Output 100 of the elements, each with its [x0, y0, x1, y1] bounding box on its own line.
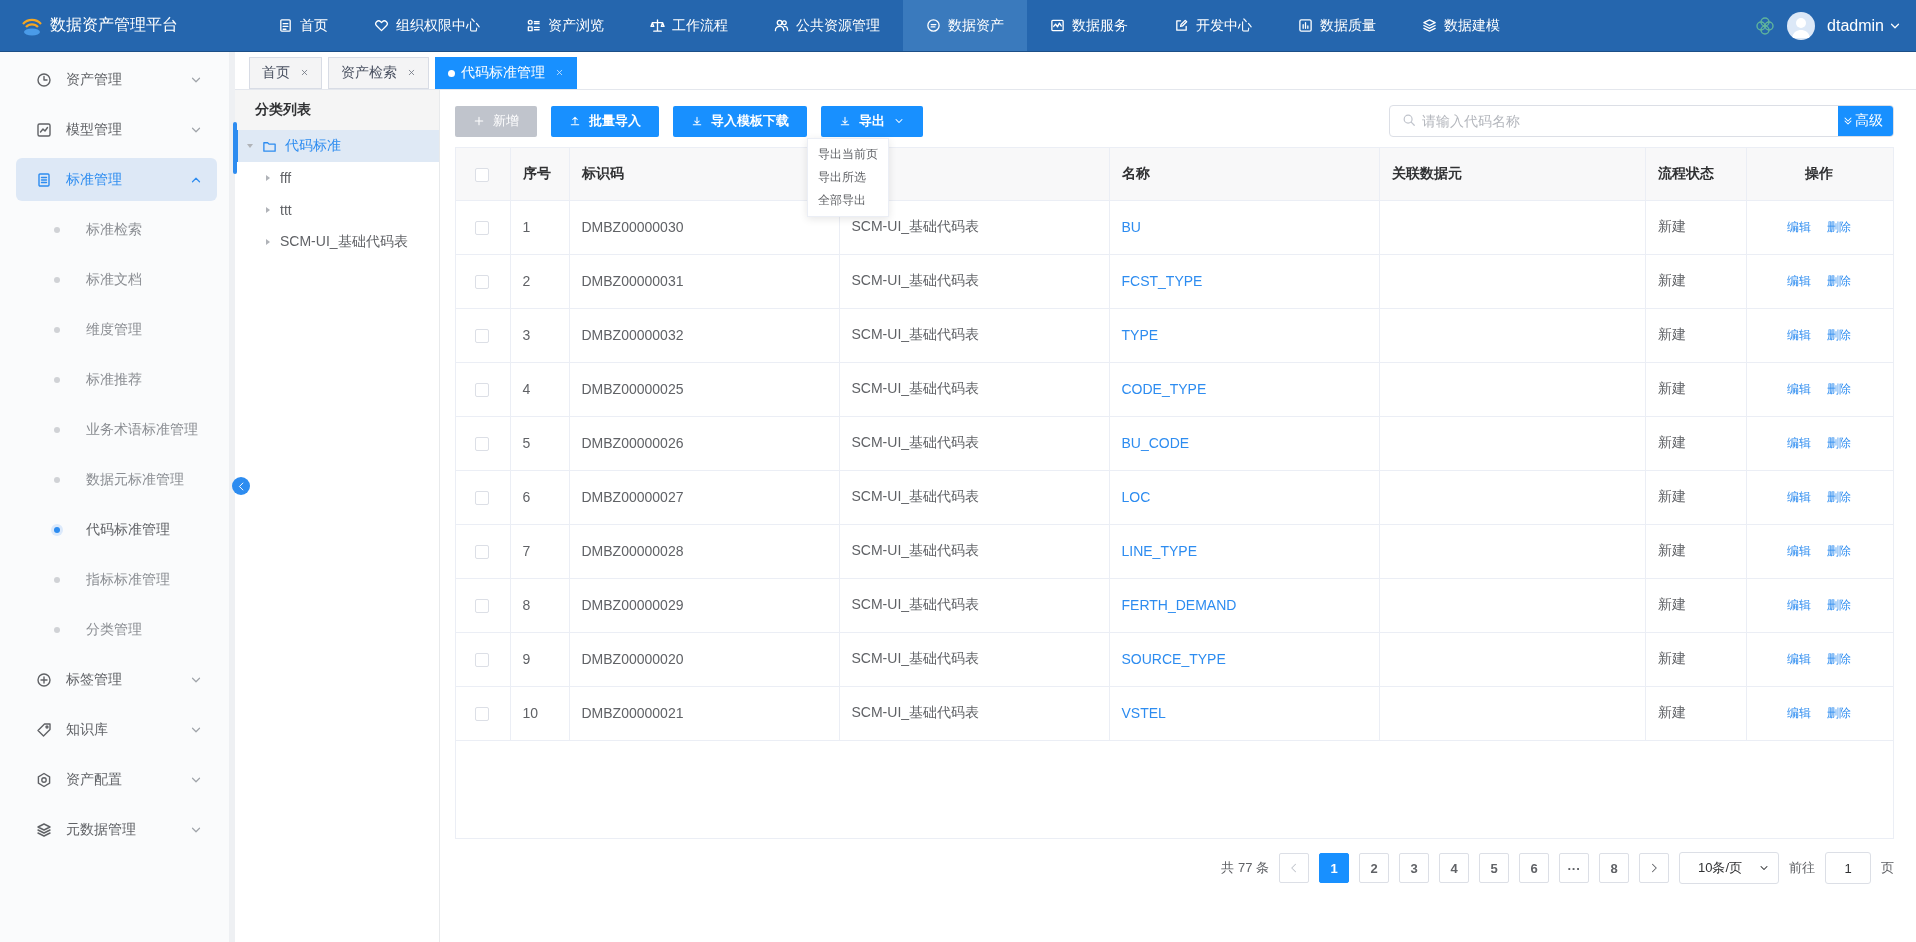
search-field[interactable]: 请输入代码名称 高级: [1389, 105, 1894, 137]
nav-item[interactable]: 工作流程: [627, 0, 751, 51]
action-link[interactable]: 删除: [1827, 220, 1852, 234]
name-link[interactable]: LINE_TYPE: [1121, 543, 1197, 559]
page-button[interactable]: 1: [1319, 853, 1349, 883]
page-button[interactable]: ···: [1559, 853, 1589, 883]
page-button[interactable]: 8: [1599, 853, 1629, 883]
row-checkbox[interactable]: [475, 707, 490, 722]
name-link[interactable]: BU_CODE: [1121, 435, 1190, 451]
row-checkbox[interactable]: [475, 653, 490, 668]
menu-item[interactable]: 导出所选: [808, 166, 888, 189]
menu-item[interactable]: 导出当前页: [808, 143, 888, 166]
menu-item[interactable]: 全部导出: [808, 189, 888, 212]
caret-icon[interactable]: [264, 174, 272, 182]
sidebar-subitem[interactable]: 维度管理: [16, 308, 217, 351]
sidebar-item[interactable]: 标签管理: [16, 658, 217, 701]
sidebar-subitem[interactable]: 分类管理: [16, 608, 217, 651]
page-tab[interactable]: 代码标准管理: [435, 57, 577, 89]
name-link[interactable]: VSTEL: [1121, 705, 1166, 721]
page-size-select[interactable]: 10条/页: [1679, 852, 1779, 884]
row-checkbox[interactable]: [475, 383, 490, 398]
row-checkbox[interactable]: [475, 545, 490, 560]
name-link[interactable]: TYPE: [1121, 327, 1159, 343]
action-link[interactable]: 删除: [1827, 274, 1852, 288]
action-link[interactable]: 编辑: [1787, 544, 1812, 558]
nav-item[interactable]: 组织权限中心: [351, 0, 503, 51]
caret-icon[interactable]: [264, 206, 272, 214]
page-button[interactable]: 2: [1359, 853, 1389, 883]
nav-item[interactable]: 数据服务: [1027, 0, 1151, 51]
row-checkbox[interactable]: [475, 437, 490, 452]
action-link[interactable]: 编辑: [1787, 706, 1812, 720]
user-menu[interactable]: dtadmin: [1827, 16, 1902, 35]
toolbar-button[interactable]: 批量导入: [551, 105, 659, 137]
page-button[interactable]: 6: [1519, 853, 1549, 883]
next-page-button[interactable]: [1639, 853, 1669, 883]
page-button[interactable]: 4: [1439, 853, 1469, 883]
sidebar-item[interactable]: 标准管理: [16, 158, 217, 201]
nav-item[interactable]: 开发中心: [1151, 0, 1275, 51]
nav-item[interactable]: 数据资产: [903, 0, 1027, 51]
action-link[interactable]: 编辑: [1787, 436, 1812, 450]
sidebar-subitem[interactable]: 数据元标准管理: [16, 458, 217, 501]
nav-item[interactable]: 公共资源管理: [751, 0, 903, 51]
page-tab[interactable]: 首页: [249, 57, 322, 89]
sidebar-subitem[interactable]: 标准检索: [16, 208, 217, 251]
action-link[interactable]: 删除: [1827, 328, 1852, 342]
sidebar-item[interactable]: 知识库: [16, 708, 217, 751]
select-all-checkbox[interactable]: [475, 167, 490, 182]
name-link[interactable]: FCST_TYPE: [1121, 273, 1203, 289]
action-link[interactable]: 删除: [1827, 382, 1852, 396]
sidebar-subitem[interactable]: 标准推荐: [16, 358, 217, 401]
sidebar-item[interactable]: 资产管理: [16, 58, 217, 101]
row-checkbox[interactable]: [475, 599, 490, 614]
row-checkbox[interactable]: [475, 491, 490, 506]
advanced-button[interactable]: 高级: [1838, 106, 1893, 136]
name-link[interactable]: FERTH_DEMAND: [1121, 597, 1237, 613]
row-checkbox[interactable]: [475, 221, 490, 236]
page-button[interactable]: 3: [1399, 853, 1429, 883]
action-link[interactable]: 删除: [1827, 544, 1852, 558]
action-link[interactable]: 删除: [1827, 598, 1852, 612]
sidebar-item[interactable]: 模型管理: [16, 108, 217, 151]
sidebar-subitem[interactable]: 标准文档: [16, 258, 217, 301]
avatar-icon[interactable]: [1787, 11, 1816, 40]
page-input[interactable]: 1: [1825, 852, 1871, 884]
name-link[interactable]: BU: [1121, 219, 1141, 235]
nav-item[interactable]: 数据质量: [1275, 0, 1399, 51]
tree-node[interactable]: ttt: [235, 194, 439, 226]
tree-node[interactable]: fff: [235, 162, 439, 194]
action-link[interactable]: 删除: [1827, 436, 1852, 450]
flower-icon[interactable]: [1755, 15, 1776, 36]
row-checkbox[interactable]: [475, 329, 490, 344]
action-link[interactable]: 编辑: [1787, 490, 1812, 504]
collapse-button[interactable]: [232, 477, 250, 495]
nav-item[interactable]: 资产浏览: [503, 0, 627, 51]
action-link[interactable]: 编辑: [1787, 328, 1812, 342]
nav-item[interactable]: 首页: [255, 0, 351, 51]
caret-icon[interactable]: [264, 238, 272, 246]
row-checkbox[interactable]: [475, 275, 490, 290]
toolbar-button[interactable]: 导出: [821, 105, 923, 137]
action-link[interactable]: 删除: [1827, 652, 1852, 666]
sidebar-subitem[interactable]: 代码标准管理: [16, 508, 217, 551]
sidebar-item[interactable]: 资产配置: [16, 758, 217, 801]
caret-icon[interactable]: [246, 142, 254, 150]
sidebar-item[interactable]: 元数据管理: [16, 808, 217, 851]
action-link[interactable]: 删除: [1827, 490, 1852, 504]
action-link[interactable]: 编辑: [1787, 652, 1812, 666]
action-link[interactable]: 编辑: [1787, 274, 1812, 288]
page-button[interactable]: 5: [1479, 853, 1509, 883]
name-link[interactable]: SOURCE_TYPE: [1121, 651, 1226, 667]
sidebar-subitem[interactable]: 业务术语标准管理: [16, 408, 217, 451]
action-link[interactable]: 删除: [1827, 706, 1852, 720]
nav-item[interactable]: 数据建模: [1399, 0, 1523, 51]
name-link[interactable]: LOC: [1121, 489, 1151, 505]
tree-node[interactable]: 代码标准: [235, 130, 439, 162]
prev-page-button[interactable]: [1279, 853, 1309, 883]
name-link[interactable]: CODE_TYPE: [1121, 381, 1207, 397]
sidebar-subitem[interactable]: 指标标准管理: [16, 558, 217, 601]
action-link[interactable]: 编辑: [1787, 220, 1812, 234]
toolbar-button[interactable]: 导入模板下载: [673, 105, 807, 137]
page-tab[interactable]: 资产检索: [328, 57, 429, 89]
action-link[interactable]: 编辑: [1787, 598, 1812, 612]
